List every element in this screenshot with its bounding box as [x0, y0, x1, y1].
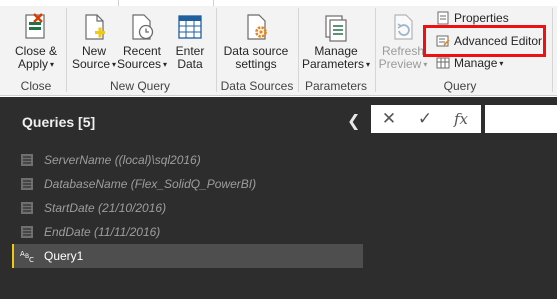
data-source-settings-icon [241, 12, 271, 42]
divider [375, 8, 376, 92]
divider [216, 8, 217, 92]
ribbon-top-strip [0, 0, 557, 6]
query-item-servername[interactable]: ServerName ((local)\sql2016) [12, 148, 363, 172]
new-source-button[interactable]: New Source ▾ [72, 10, 116, 71]
parameters-icon [321, 12, 351, 42]
new-source-icon [79, 12, 109, 42]
parameter-icon [20, 177, 34, 191]
recent-sources-icon [127, 12, 157, 42]
query-item-databasename[interactable]: DatabaseName (Flex_SolidQ_PowerBI) [12, 172, 363, 196]
group-label-query: Query [443, 79, 477, 93]
queries-header: Queries [5] [22, 114, 96, 130]
recent-sources-button[interactable]: Recent Sources ▾ [117, 10, 167, 71]
refresh-preview-button[interactable]: Refresh Preview ▾ [379, 10, 427, 71]
group-label-close: Close [20, 79, 52, 93]
group-label-new-query: New Query [109, 79, 171, 93]
table-icon [175, 12, 205, 42]
properties-icon [436, 11, 450, 25]
ribbon-tab-fragment [118, 0, 214, 6]
ribbon: Close & Apply ▾ Close New Source ▾ Recent Sou… [0, 0, 557, 96]
query-item-startdate[interactable]: StartDate (21/10/2016) [12, 196, 363, 220]
divider [298, 8, 299, 92]
abc-icon: A B C [20, 249, 34, 264]
manage-parameters-button[interactable]: Manage Parameters ▾ [302, 10, 370, 71]
group-label-parameters: Parameters [304, 79, 368, 93]
commit-icon[interactable]: ✓ [407, 109, 443, 129]
advanced-editor-highlight [423, 25, 546, 57]
close-apply-icon [21, 12, 51, 42]
queries-pane: Queries [5] ❮ ServerName ((local)\sql201… [0, 97, 368, 299]
close-apply-button[interactable]: Close & Apply ▾ [12, 10, 60, 71]
refresh-icon [388, 12, 418, 42]
data-source-settings-button[interactable]: Data source settings [222, 10, 290, 71]
fx-icon[interactable]: fx [443, 110, 479, 128]
svg-text:C: C [29, 256, 34, 263]
parameter-icon [20, 153, 34, 167]
formula-bar-buttons: ✕ ✓ fx [371, 105, 481, 133]
collapse-chevron-icon[interactable]: ❮ [347, 111, 360, 131]
divider [552, 8, 553, 92]
query-item-enddate[interactable]: EndDate (11/11/2016) [12, 220, 363, 244]
formula-input[interactable] [485, 105, 557, 133]
parameter-icon [20, 201, 34, 215]
manage-icon [436, 56, 450, 70]
enter-data-button[interactable]: Enter Data [171, 10, 209, 71]
query-item-query1[interactable]: A B C Query1 [12, 244, 363, 268]
divider [66, 8, 67, 92]
cancel-icon[interactable]: ✕ [371, 109, 407, 129]
parameter-icon [20, 225, 34, 239]
group-label-data-sources: Data Sources [220, 79, 294, 93]
